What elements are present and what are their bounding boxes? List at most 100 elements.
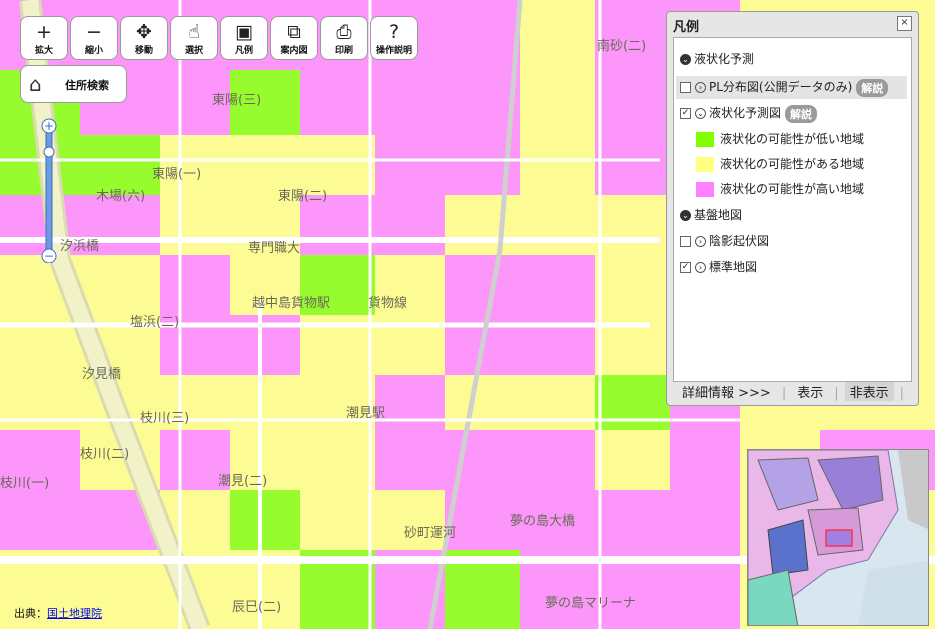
printer-icon: ⎙ bbox=[336, 21, 352, 43]
high-swatch bbox=[696, 182, 714, 197]
guide-map-button[interactable]: ⧉ 案内図 bbox=[270, 16, 318, 60]
layer-pred-row[interactable]: ✓ ⌄ 液状化予測図 解説 bbox=[680, 104, 818, 123]
toolbar-label: 案内図 bbox=[280, 46, 308, 56]
label-kiba6: 木場(六) bbox=[96, 189, 145, 204]
group-base-map[interactable]: ⌄ 基盤地図 bbox=[680, 206, 742, 223]
grid-cell bbox=[595, 255, 670, 315]
grid-cell bbox=[300, 135, 375, 195]
chevron-down-icon[interactable]: ⌄ bbox=[680, 54, 691, 65]
grid-cell bbox=[160, 135, 230, 195]
label-yumenoohashi: 夢の島大橋 bbox=[510, 514, 575, 529]
toolbar-label: 移動 bbox=[134, 46, 153, 56]
pred-explain-button[interactable]: 解説 bbox=[785, 104, 818, 123]
grid-cell bbox=[595, 195, 670, 255]
label-yume-marina: 夢の島マリーナ bbox=[545, 596, 636, 611]
grid-cell bbox=[375, 195, 445, 255]
grid-cell bbox=[160, 195, 230, 255]
plus-button[interactable]: + 拡大 bbox=[20, 16, 68, 60]
grid-cell bbox=[300, 430, 375, 490]
move-icon: ✥ bbox=[136, 21, 152, 43]
grid-cell bbox=[520, 0, 595, 70]
label-edagawa2: 枝川(二) bbox=[80, 447, 129, 462]
grid-cell bbox=[375, 430, 445, 490]
grid-cell bbox=[520, 375, 595, 430]
zoom-slider[interactable]: + − bbox=[39, 118, 59, 264]
layer-pl-row[interactable]: › PL分布図(公開データのみ) 解説 bbox=[676, 76, 907, 99]
pred-checkbox[interactable]: ✓ bbox=[680, 108, 691, 119]
grid-cell bbox=[375, 135, 445, 195]
mid-swatch bbox=[696, 157, 714, 172]
grid-cell bbox=[230, 375, 300, 430]
low-swatch bbox=[696, 132, 714, 147]
grid-cell bbox=[300, 490, 375, 550]
printer-button[interactable]: ⎙ 印刷 bbox=[320, 16, 368, 60]
pl-checkbox[interactable] bbox=[680, 82, 691, 93]
address-search-button[interactable]: ⌂ 住所検索 bbox=[20, 65, 127, 103]
label-shiomi-station: 潮見駅 bbox=[346, 406, 385, 421]
chevron-down-icon[interactable]: ⌄ bbox=[680, 210, 691, 221]
grid-cell bbox=[80, 255, 160, 315]
minimap-viewport[interactable] bbox=[825, 529, 853, 547]
pl-explain-button[interactable]: 解説 bbox=[856, 78, 889, 97]
chevron-right-icon[interactable]: › bbox=[695, 236, 706, 247]
close-icon[interactable]: × bbox=[897, 16, 912, 31]
grid-cell bbox=[300, 195, 375, 255]
grid-cell bbox=[0, 375, 80, 430]
label-tatsumi: 辰巳(二) bbox=[232, 600, 281, 615]
zoom-thumb[interactable] bbox=[43, 146, 55, 158]
grid-cell bbox=[595, 375, 670, 430]
hide-button[interactable]: 非表示 bbox=[844, 382, 894, 401]
label-toyo1: 東陽(一) bbox=[152, 166, 201, 182]
layer-standard-row[interactable]: ✓ › 標準地図 bbox=[680, 258, 757, 275]
grid-cell bbox=[595, 135, 670, 195]
toolbar-label: 凡例 bbox=[234, 46, 253, 56]
label-sunamachi: 砂町運河 bbox=[404, 526, 456, 541]
label-shiomi2: 潮見(二) bbox=[218, 474, 267, 489]
label-edagawa1: 枝川(一) bbox=[0, 476, 49, 491]
show-button[interactable]: 表示 bbox=[792, 382, 828, 401]
minus-button[interactable]: − 縮小 bbox=[70, 16, 118, 60]
label-shiohama: 汐浜橋 bbox=[60, 238, 99, 254]
move-button[interactable]: ✥ 移動 bbox=[120, 16, 168, 60]
grid-cell bbox=[520, 135, 595, 195]
address-search-label: 住所検索 bbox=[65, 79, 109, 92]
toolbar-label: 選択 bbox=[184, 46, 203, 56]
legend-button[interactable]: ▣ 凡例 bbox=[220, 16, 268, 60]
house-search-icon: ⌂ bbox=[29, 72, 42, 96]
hand-pointer-button[interactable]: ☝ 選択 bbox=[170, 16, 218, 60]
minus-icon: − bbox=[86, 21, 102, 43]
toolbar-label: 拡大 bbox=[34, 46, 53, 56]
legend-footer: 詳細情報 >>> | 表示 | 非表示 | bbox=[677, 382, 910, 401]
chevron-right-icon[interactable]: › bbox=[695, 262, 706, 273]
group-liquefaction[interactable]: ⌄ 液状化予測 bbox=[680, 50, 754, 67]
standard-checkbox[interactable]: ✓ bbox=[680, 262, 691, 273]
attribution: 出典：国土地理院 bbox=[14, 607, 102, 620]
grid-cell bbox=[375, 70, 445, 135]
legend-body: ⌄ 液状化予測 › PL分布図(公開データのみ) 解説 ✓ ⌄ 液状化予測図 解説 液状化の… bbox=[673, 37, 912, 382]
chevron-down-icon[interactable]: ⌄ bbox=[695, 108, 706, 119]
grid-cell bbox=[595, 70, 670, 135]
chevron-right-icon[interactable]: › bbox=[695, 82, 706, 93]
grid-cell bbox=[595, 430, 670, 490]
layer-hillshade-row[interactable]: › 陰影起伏図 bbox=[680, 232, 769, 249]
label-toyo2: 東陽(二) bbox=[278, 188, 327, 204]
help-button[interactable]: ? 操作説明 bbox=[370, 16, 418, 60]
gsi-link[interactable]: 国土地理院 bbox=[47, 607, 102, 620]
svg-text:−: − bbox=[44, 249, 54, 263]
grid-cell bbox=[445, 255, 520, 315]
class-high-row: 液状化の可能性が高い地域 bbox=[696, 180, 864, 197]
grid-cell bbox=[670, 430, 740, 490]
grid-cell bbox=[445, 0, 520, 70]
label-toyo3: 東陽(三) bbox=[212, 92, 261, 108]
detail-link[interactable]: 詳細情報 >>> bbox=[677, 382, 776, 401]
grid-cell bbox=[520, 70, 595, 135]
grid-cell bbox=[670, 490, 740, 550]
legend-panel: 凡例 × ⌄ 液状化予測 › PL分布図(公開データのみ) 解説 ✓ ⌄ 液状化予測図 解説… bbox=[666, 11, 919, 406]
legend-title: 凡例 bbox=[673, 20, 700, 35]
overview-minimap[interactable] bbox=[747, 449, 929, 626]
grid-cell bbox=[230, 135, 300, 195]
label-shiomibashi: 汐見橋 bbox=[82, 366, 121, 382]
grid-cell bbox=[445, 375, 520, 430]
label-senmon: 専門職大 bbox=[248, 241, 300, 256]
hillshade-checkbox[interactable] bbox=[680, 236, 691, 247]
